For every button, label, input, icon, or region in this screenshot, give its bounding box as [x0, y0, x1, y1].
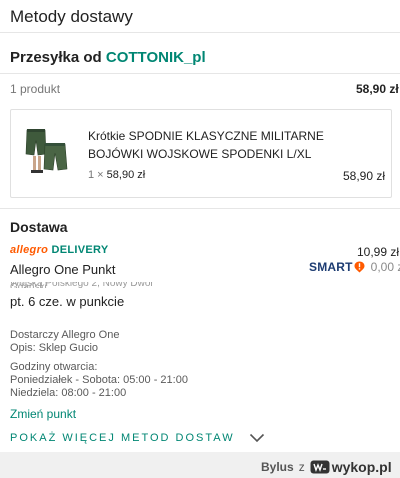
change-point-link[interactable]: Zmień punkt	[10, 407, 76, 421]
hours-weekdays: Poniedziałek - Sobota: 05:00 - 21:00	[10, 374, 188, 386]
allegro-delivery-logo: allegro DELIVERY	[10, 244, 109, 256]
watermark-site: wykop.pl	[331, 459, 392, 475]
hours-sunday: Niedziela: 08:00 - 21:00	[10, 387, 127, 399]
show-more-delivery-methods-button[interactable]: POKAŻ WIĘCEJ METOD DOSTAW	[10, 432, 265, 444]
product-count-row: 1 produkt 58,90 zł	[10, 82, 400, 96]
quantity-prefix: 1 ×	[88, 169, 104, 181]
allegro-logo-text: allegro	[10, 244, 49, 256]
wykop-logo-icon	[310, 460, 330, 474]
page-header: Metody dostawy	[0, 0, 400, 33]
opening-hours: Godziny otwarcia: Poniedziałek - Sobota:…	[10, 361, 270, 400]
delivery-logo-text: DELIVERY	[51, 244, 109, 256]
divider	[0, 208, 400, 209]
show-more-label: POKAŻ WIĘCEJ METOD DOSTAW	[10, 432, 235, 444]
chevron-down-icon	[249, 433, 264, 443]
description-line: Opis: Sklep Gucio	[10, 342, 99, 354]
page-title: Metody dostawy	[10, 7, 133, 26]
product-card[interactable]: Krótkie SPODNIE KLASYCZNE MILITARNE BOJÓ…	[10, 109, 392, 198]
shipment-prefix: Przesyłka od	[10, 49, 102, 66]
product-count: 1 produkt	[10, 82, 61, 96]
pickup-address: Wojska Polskiego 2, Nowy Dwór Gdański	[10, 282, 154, 288]
wykop-watermark: Bylus z wykop.pl	[261, 459, 392, 475]
product-name[interactable]: Krótkie SPODNIE KLASYCZNE MILITARNE BOJÓ…	[88, 127, 378, 163]
product-line-total: 58,90 zł	[343, 169, 386, 183]
watermark-user: Bylus	[261, 460, 294, 474]
smart-exclamation-icon	[354, 261, 365, 273]
unit-price: 58,90 zł	[106, 169, 146, 181]
delivery-price: 10,99 zł	[357, 245, 400, 259]
hours-title: Godziny otwarcia:	[10, 361, 98, 373]
shipment-total: 58,90 zł	[356, 82, 399, 96]
carrier-line: Dostarczy Allegro One	[10, 329, 120, 341]
watermark-connector: z	[298, 460, 305, 474]
smart-price: 0,00 zł	[370, 260, 400, 274]
pickup-date: pt. 6 cze. w punkcie	[10, 294, 125, 309]
carrier-info: Dostarczy Allegro One Opis: Sklep Gucio	[10, 329, 270, 355]
shorts-thumbnail-icon[interactable]	[23, 124, 71, 176]
shipment-seller-heading: Przesyłka od COTTONIK_pl	[10, 49, 206, 66]
smart-price-row: SMART 0,00 zł	[309, 260, 400, 274]
smart-logo-text: SMART	[309, 260, 353, 274]
delivery-method-name[interactable]: Allegro One Punkt	[10, 262, 116, 277]
divider	[0, 73, 400, 74]
seller-link[interactable]: COTTONIK_pl	[106, 49, 206, 66]
delivery-section-title: Dostawa	[10, 219, 68, 235]
product-quantity: 1 × 58,90 zł	[88, 169, 145, 181]
